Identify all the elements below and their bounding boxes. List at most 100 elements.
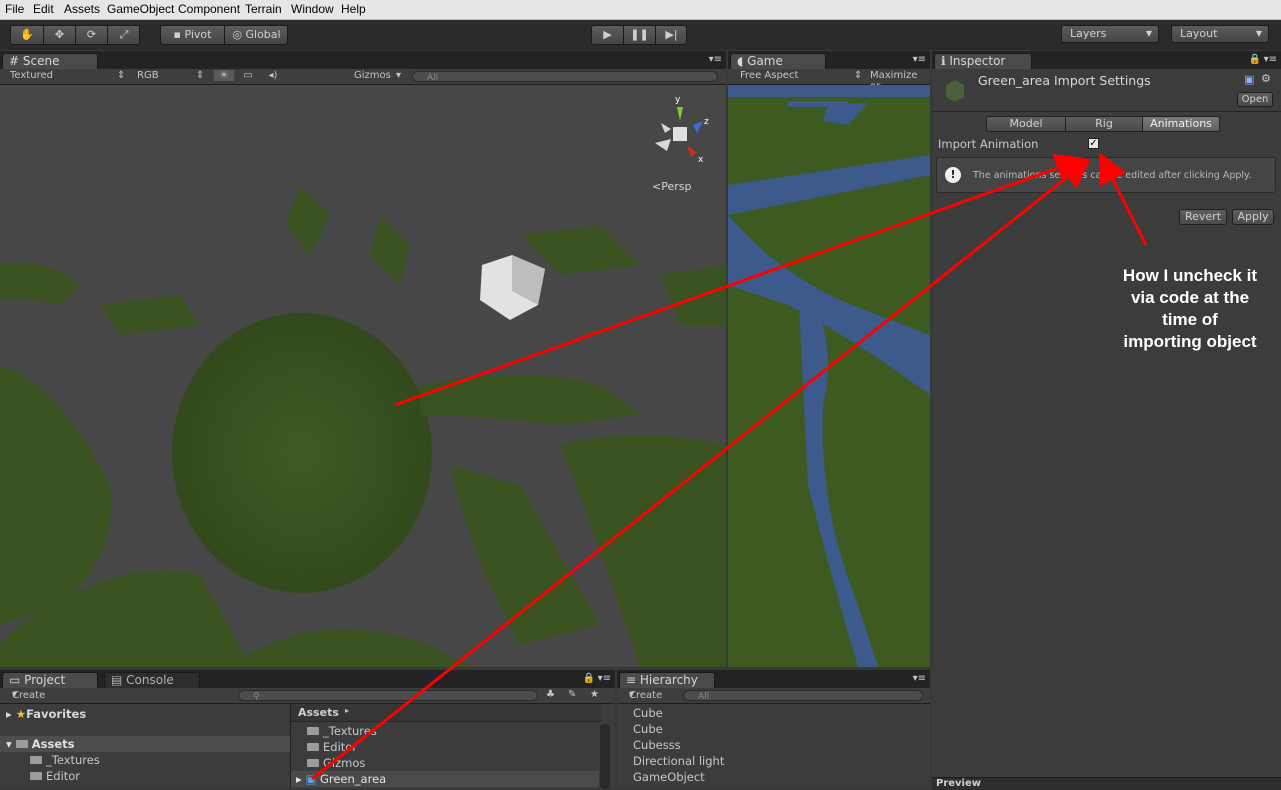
- hierarchy-tabbar: ≡ Hierarchy ▾≡: [617, 670, 930, 688]
- project-create-dropdown[interactable]: Create ▾: [12, 689, 45, 701]
- filter-label-icon[interactable]: ✎: [568, 689, 576, 700]
- assets-root-label: Assets: [31, 737, 75, 751]
- pivot-icon: ▪: [173, 28, 181, 41]
- tree-item-textures[interactable]: _Textures: [30, 753, 100, 767]
- favorites-item[interactable]: ▸ ★Favorites: [6, 707, 86, 721]
- step-icon[interactable]: ▶|: [656, 26, 687, 44]
- file-item-editor[interactable]: Editor: [307, 740, 357, 754]
- menu-gameobject[interactable]: GameObject: [107, 2, 174, 16]
- global-button[interactable]: ◎ Global: [225, 26, 288, 44]
- rotate-tool-icon[interactable]: ⟳: [76, 26, 108, 44]
- pivot-button[interactable]: ▪ Pivot: [161, 26, 225, 44]
- menu-edit[interactable]: Edit: [33, 2, 54, 16]
- gear-icon[interactable]: ⚙: [1261, 72, 1271, 85]
- scrollbar[interactable]: [600, 724, 610, 789]
- tab-hierarchy[interactable]: ≡ Hierarchy: [619, 672, 715, 688]
- tab-inspector[interactable]: ℹ Inspector: [934, 53, 1032, 69]
- tab-console[interactable]: ▤ Console: [104, 672, 200, 688]
- hierarchy-search-input[interactable]: All: [683, 690, 923, 702]
- tab-model[interactable]: Model: [986, 116, 1066, 132]
- persp-label[interactable]: <Persp: [652, 180, 691, 193]
- menu-terrain[interactable]: Terrain: [245, 2, 282, 16]
- lock-icon[interactable]: 🔒: [583, 673, 595, 684]
- tab-scene[interactable]: # Scene: [2, 53, 98, 69]
- tab-console-label: Console: [126, 673, 174, 687]
- assets-root-item[interactable]: ▾ Assets: [6, 737, 75, 751]
- star-icon: ★: [15, 707, 27, 721]
- pause-icon[interactable]: ❚❚: [624, 26, 656, 44]
- file-item-textures[interactable]: _Textures: [307, 724, 377, 738]
- axis-y-label: y: [675, 95, 681, 105]
- create-label: Create: [12, 690, 46, 701]
- hierarchy-item[interactable]: Directional light: [633, 754, 724, 768]
- menu-component[interactable]: Component: [178, 2, 240, 16]
- hierarchy-item[interactable]: Cubesss: [633, 738, 681, 752]
- tree-item-editor[interactable]: Editor: [30, 769, 80, 783]
- preview-bar[interactable]: Preview: [932, 777, 1281, 790]
- file-item-gizmos[interactable]: Gizmos: [307, 756, 365, 770]
- hierarchy-item[interactable]: Cube: [633, 722, 663, 736]
- move-tool-icon[interactable]: ✥: [44, 26, 76, 44]
- file-item-green-area[interactable]: ▸ ▣ Green_area: [296, 772, 386, 786]
- panel-menu-icon[interactable]: ▾≡: [913, 54, 926, 65]
- image-toggle-icon[interactable]: ▭: [238, 70, 258, 81]
- game-controlbar: Free Aspect ⇕ Maximize or: [728, 69, 930, 92]
- layers-dropdown[interactable]: Layers ▼: [1061, 25, 1159, 43]
- folder-icon: [30, 756, 42, 764]
- audio-toggle-icon[interactable]: ◂): [263, 70, 283, 81]
- aspect-dropdown[interactable]: Free Aspect: [740, 70, 798, 81]
- tab-animations[interactable]: Animations: [1142, 116, 1220, 132]
- hierarchy-item[interactable]: GameObject: [633, 770, 705, 784]
- menu-window[interactable]: Window: [291, 2, 334, 16]
- play-icon[interactable]: ▶: [592, 26, 624, 44]
- lighting-toggle-icon[interactable]: ☀: [214, 70, 234, 81]
- axis-gizmo-icon: [655, 107, 703, 157]
- file-item-label: Gizmos: [323, 756, 366, 770]
- annotation-line: importing object: [1123, 332, 1257, 351]
- scene-search-input[interactable]: All: [412, 71, 718, 83]
- import-animation-checkbox[interactable]: ✓: [1088, 138, 1099, 149]
- menu-file[interactable]: File: [5, 2, 24, 16]
- menu-assets[interactable]: Assets: [64, 2, 100, 16]
- orientation-gizmo[interactable]: y z x: [645, 95, 715, 175]
- tab-game[interactable]: ◖ Game: [730, 53, 826, 69]
- favorite-star-icon[interactable]: ★: [590, 689, 599, 700]
- render-mode-dropdown[interactable]: RGB: [137, 70, 159, 81]
- open-button[interactable]: Open: [1237, 92, 1273, 107]
- game-terrain: [728, 85, 930, 667]
- tab-rig[interactable]: Rig: [1065, 116, 1143, 132]
- revert-button[interactable]: Revert: [1179, 209, 1227, 225]
- grid-icon: #: [9, 54, 20, 68]
- scene-viewport[interactable]: y z x <Persp: [0, 85, 726, 667]
- hierarchy-create-dropdown[interactable]: Create ▾: [629, 689, 662, 701]
- panel-menu-icon[interactable]: ▾≡: [598, 673, 611, 684]
- scale-tool-icon[interactable]: ⤢: [108, 26, 140, 44]
- file-item-label: Editor: [323, 740, 358, 754]
- panel-menu-icon[interactable]: ▾≡: [1264, 54, 1277, 65]
- filter-type-icon[interactable]: ♣: [546, 689, 555, 700]
- lock-icon[interactable]: 🔒: [1249, 54, 1261, 65]
- project-search-input[interactable]: ⚲: [238, 690, 538, 702]
- tab-project[interactable]: ▭ Project: [2, 672, 98, 688]
- hand-tool-icon[interactable]: ✋: [11, 26, 44, 44]
- breadcrumb-assets[interactable]: Assets: [298, 706, 339, 719]
- chevron-down-icon: ▼: [1145, 29, 1152, 38]
- shading-dropdown[interactable]: Textured: [10, 70, 53, 81]
- folder-icon: [307, 743, 319, 751]
- panel-menu-icon[interactable]: ▾≡: [709, 54, 722, 65]
- model-prefab-icon: ▣: [305, 772, 317, 786]
- menu-help[interactable]: Help: [341, 2, 366, 16]
- help-book-icon[interactable]: ▣: [1244, 73, 1254, 86]
- axis-x-label: x: [698, 155, 704, 165]
- apply-button[interactable]: Apply: [1232, 209, 1274, 225]
- game-viewport[interactable]: [728, 85, 930, 667]
- console-icon: ▤: [111, 673, 123, 687]
- layout-dropdown[interactable]: Layout ▼: [1171, 25, 1269, 43]
- tree-item-textures-label: _Textures: [46, 753, 100, 767]
- pacman-icon: ◖: [737, 54, 744, 68]
- tab-hierarchy-label: Hierarchy: [639, 673, 698, 687]
- panel-menu-icon[interactable]: ▾≡: [913, 673, 926, 684]
- gizmos-dropdown[interactable]: Gizmos: [354, 70, 391, 81]
- folder-icon: [307, 727, 319, 735]
- hierarchy-item[interactable]: Cube: [633, 706, 663, 720]
